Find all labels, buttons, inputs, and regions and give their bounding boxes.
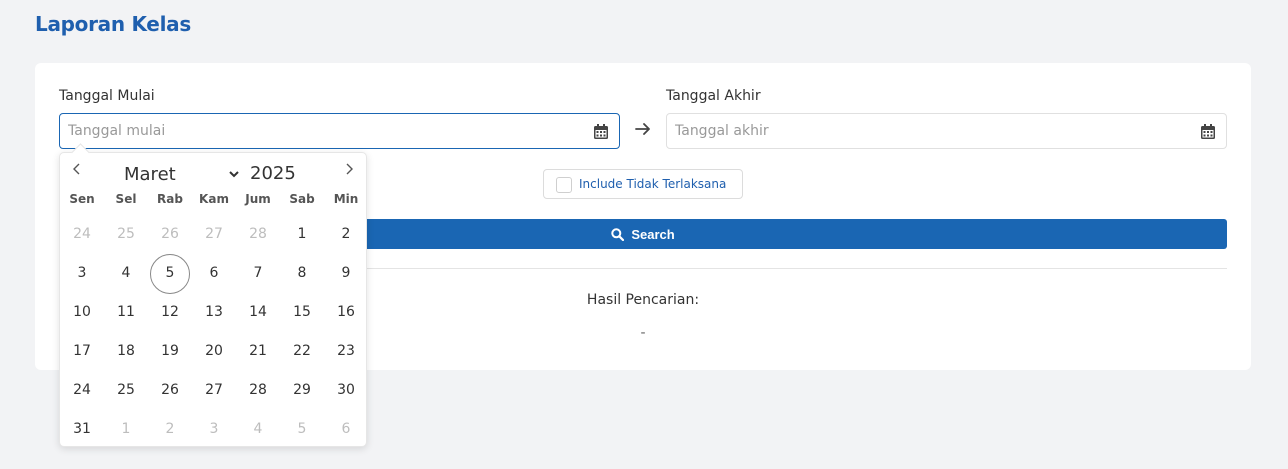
calendar-week-row: 17 18 19 20 21 22 23 bbox=[60, 332, 368, 371]
calendar-day[interactable]: 3 bbox=[192, 410, 236, 449]
calendar-day[interactable]: 8 bbox=[280, 254, 324, 293]
calendar-week-row: 31 1 2 3 4 5 6 bbox=[60, 410, 368, 449]
include-checkbox-label: Include Tidak Terlaksana bbox=[579, 177, 727, 191]
calendar-day[interactable]: 4 bbox=[236, 410, 280, 449]
calendar-day[interactable]: 30 bbox=[324, 371, 368, 410]
end-date-label: Tanggal Akhir bbox=[666, 88, 761, 104]
start-date-label: Tanggal Mulai bbox=[59, 88, 155, 104]
calendar-day[interactable]: 24 bbox=[60, 215, 104, 254]
calendar-week-row: 24 25 26 27 28 29 30 bbox=[60, 371, 368, 410]
calendar-day[interactable]: 28 bbox=[236, 371, 280, 410]
weekday-header: Sen Sel Rab Kam Jum Sab Min bbox=[60, 192, 368, 206]
calendar-icon[interactable] bbox=[1201, 124, 1215, 139]
calendar-day[interactable]: 3 bbox=[60, 254, 104, 293]
calendar-day[interactable]: 25 bbox=[104, 371, 148, 410]
calendar-day[interactable]: 5 bbox=[280, 410, 324, 449]
calendar-day[interactable]: 7 bbox=[236, 254, 280, 293]
weekday-label: Kam bbox=[199, 192, 229, 206]
calendar-day[interactable]: 2 bbox=[324, 215, 368, 254]
calendar-day[interactable]: 12 bbox=[148, 293, 192, 332]
weekday-label: Sel bbox=[115, 192, 137, 206]
calendar-day[interactable]: 28 bbox=[236, 215, 280, 254]
arrow-right-icon bbox=[635, 123, 650, 135]
calendar-day[interactable]: 31 bbox=[60, 410, 104, 449]
include-tidak-terlaksana-toggle[interactable]: Include Tidak Terlaksana bbox=[543, 169, 743, 199]
year-input[interactable]: 2025 bbox=[250, 163, 296, 184]
chevron-left-icon[interactable] bbox=[70, 162, 84, 176]
calendar-day[interactable]: 20 bbox=[192, 332, 236, 371]
calendar-day[interactable]: 23 bbox=[324, 332, 368, 371]
month-select[interactable]: JanuariFebruariMaretAprilMeiJuniJuliAgus… bbox=[120, 163, 242, 185]
calendar-day[interactable]: 27 bbox=[192, 371, 236, 410]
search-button-label: Search bbox=[631, 226, 675, 242]
weekday-label: Sab bbox=[289, 192, 315, 206]
chevron-right-icon[interactable] bbox=[342, 162, 356, 176]
start-date-field[interactable] bbox=[59, 113, 620, 149]
search-icon bbox=[611, 227, 625, 241]
calendar-day[interactable]: 19 bbox=[148, 332, 192, 371]
calendar-day[interactable]: 4 bbox=[104, 254, 148, 293]
end-date-input[interactable] bbox=[675, 114, 1151, 148]
calendar-day[interactable]: 22 bbox=[280, 332, 324, 371]
weekday-label: Rab bbox=[157, 192, 183, 206]
weekday-label: Min bbox=[333, 192, 359, 206]
calendar-day[interactable]: 9 bbox=[324, 254, 368, 293]
calendar-day[interactable]: 15 bbox=[280, 293, 324, 332]
calendar-week-row: 24 25 26 27 28 1 2 bbox=[60, 215, 368, 254]
calendar-icon[interactable] bbox=[594, 124, 608, 139]
calendar-day[interactable]: 29 bbox=[280, 371, 324, 410]
calendar-week-row: 10 11 12 13 14 15 16 bbox=[60, 293, 368, 332]
weekday-label: Jum bbox=[245, 192, 271, 206]
calendar-day[interactable]: 17 bbox=[60, 332, 104, 371]
calendar-day[interactable]: 18 bbox=[104, 332, 148, 371]
calendar-day[interactable]: 26 bbox=[148, 371, 192, 410]
calendar-day[interactable]: 2 bbox=[148, 410, 192, 449]
calendar-day[interactable]: 6 bbox=[192, 254, 236, 293]
weekday-label: Sen bbox=[69, 192, 95, 206]
calendar-day[interactable]: 24 bbox=[60, 371, 104, 410]
calendar-day[interactable]: 27 bbox=[192, 215, 236, 254]
calendar-week-row: 3456789 bbox=[60, 254, 368, 294]
calendar-day[interactable]: 14 bbox=[236, 293, 280, 332]
start-date-input[interactable] bbox=[68, 114, 544, 148]
calendar-day-today[interactable]: 5 bbox=[148, 254, 192, 294]
calendar-day[interactable]: 25 bbox=[104, 215, 148, 254]
page-title: Laporan Kelas bbox=[35, 12, 191, 36]
calendar-day[interactable]: 1 bbox=[280, 215, 324, 254]
calendar-day[interactable]: 10 bbox=[60, 293, 104, 332]
calendar-day[interactable]: 26 bbox=[148, 215, 192, 254]
end-date-field[interactable] bbox=[666, 113, 1227, 149]
calendar-day[interactable]: 1 bbox=[104, 410, 148, 449]
calendar-day[interactable]: 16 bbox=[324, 293, 368, 332]
calendar-day[interactable]: 13 bbox=[192, 293, 236, 332]
calendar-day[interactable]: 21 bbox=[236, 332, 280, 371]
calendar-day[interactable]: 6 bbox=[324, 410, 368, 449]
include-checkbox[interactable] bbox=[556, 177, 572, 193]
date-picker-popup: JanuariFebruariMaretAprilMeiJuniJuliAgus… bbox=[59, 152, 367, 447]
calendar-day[interactable]: 11 bbox=[104, 293, 148, 332]
